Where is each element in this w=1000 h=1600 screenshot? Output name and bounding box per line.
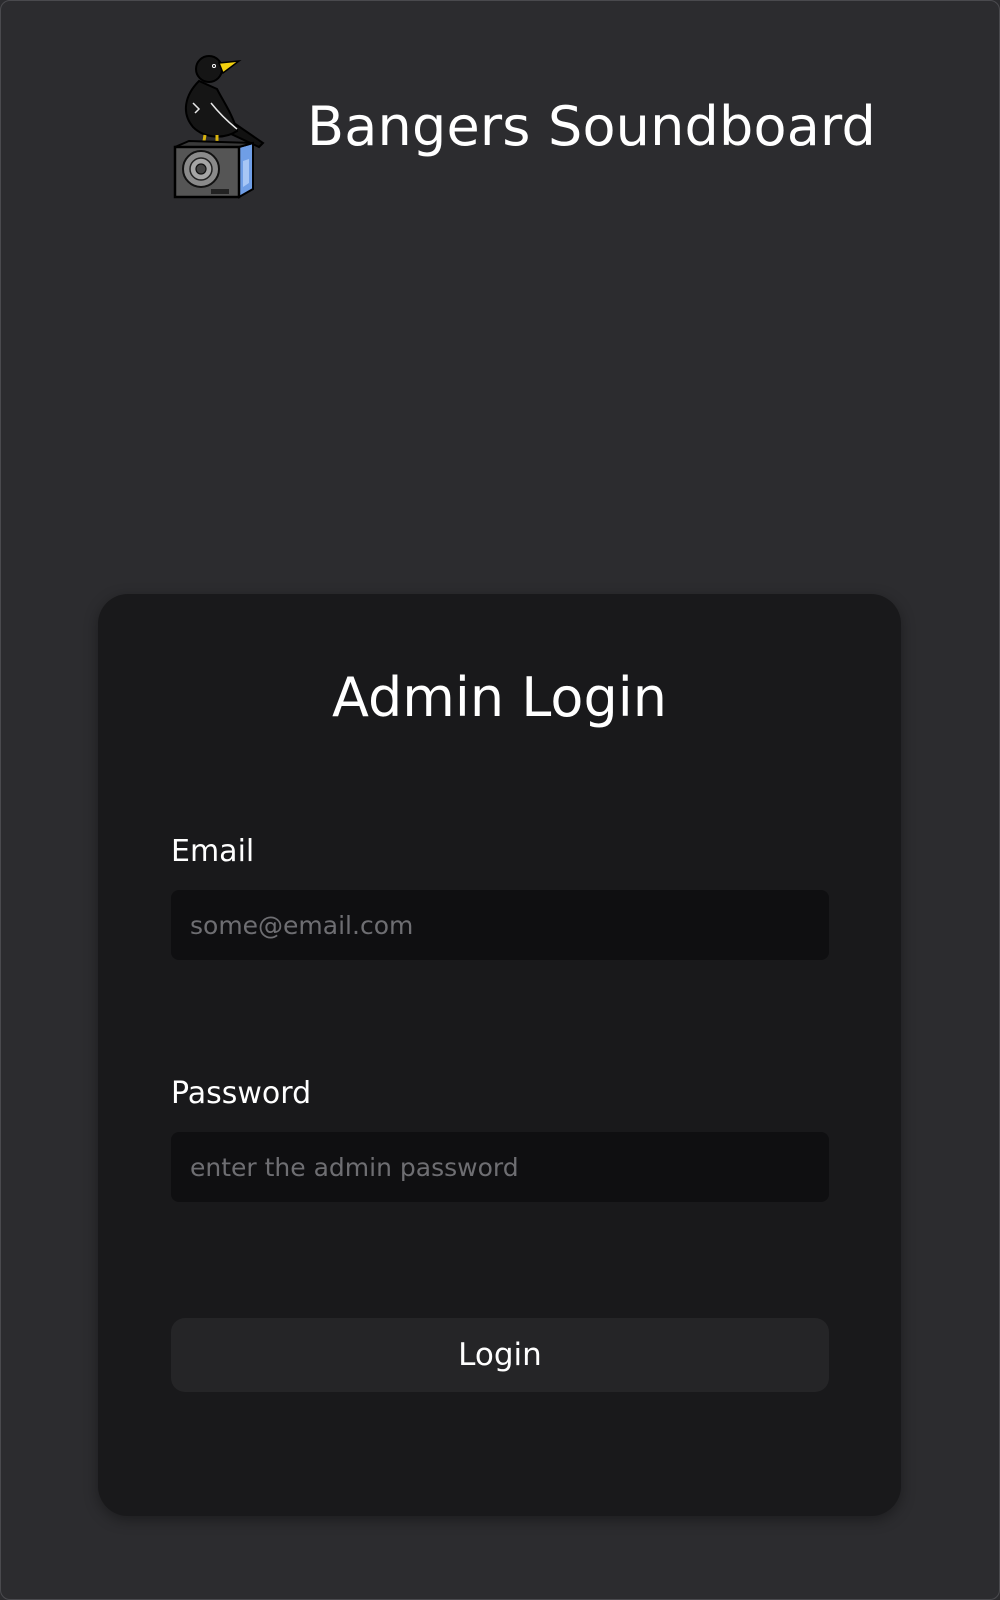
app-header: Bangers Soundboard [171, 51, 876, 201]
password-label: Password [171, 1076, 312, 1111]
email-label: Email [171, 834, 255, 869]
login-card-title: Admin Login [332, 666, 667, 729]
login-button[interactable]: Login [171, 1318, 829, 1392]
email-input[interactable] [171, 890, 829, 960]
app-title: Bangers Soundboard [307, 94, 876, 158]
crow-on-speaker-icon [173, 55, 265, 199]
password-input[interactable] [171, 1132, 829, 1202]
login-card: Admin Login Email Password Login [98, 594, 901, 1516]
login-page: Bangers Soundboard Admin Login Email Pas… [0, 0, 1000, 1600]
